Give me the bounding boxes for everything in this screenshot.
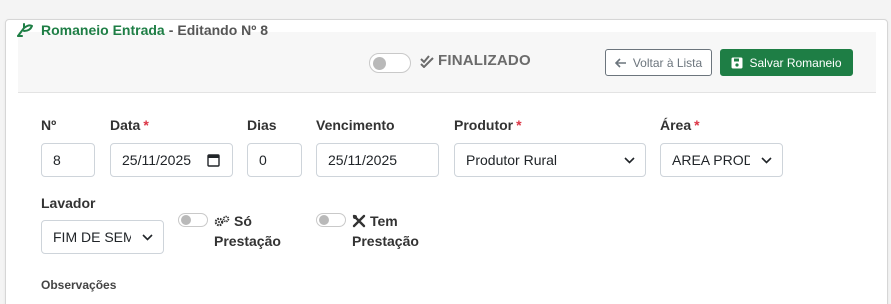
plant-icon: [17, 23, 33, 37]
chevron-down-icon: [142, 234, 153, 241]
tem-prestacao-label: Tem Prestação: [352, 213, 419, 249]
required-marker: *: [516, 117, 522, 133]
numero-input[interactable]: 8: [41, 143, 95, 177]
page-title: Romaneio Entrada - Editando Nº 8: [16, 22, 268, 38]
tem-prestacao-toggle[interactable]: [316, 213, 346, 227]
vencimento-input[interactable]: 25/11/2025: [316, 143, 439, 177]
required-marker: *: [143, 117, 149, 133]
so-prestacao-label: Só Prestação: [214, 213, 281, 249]
produtor-select[interactable]: Produtor Rural: [454, 143, 646, 177]
calendar-icon[interactable]: [207, 153, 220, 167]
gears-icon: [214, 215, 230, 227]
title-main: Romaneio Entrada: [41, 22, 165, 38]
required-marker: *: [694, 117, 700, 133]
produtor-label: Produtor *: [454, 117, 522, 133]
dias-input[interactable]: 0: [247, 143, 302, 177]
vencimento-label: Vencimento: [316, 117, 395, 133]
finalizado-label: FINALIZADO: [438, 52, 531, 69]
observacoes-label: Observações: [41, 278, 117, 292]
edit-label: Editando Nº 8: [177, 22, 269, 38]
data-label: Data *: [110, 117, 149, 133]
save-icon: [731, 57, 743, 68]
finalizado-toggle[interactable]: [369, 53, 411, 73]
finalizado-status: FINALIZADO: [420, 52, 531, 69]
back-to-list-label: Voltar à Lista: [632, 55, 703, 70]
area-label: Área *: [660, 117, 700, 133]
numero-label: Nº: [41, 117, 57, 133]
area-select[interactable]: AREA PROD: [660, 143, 783, 177]
data-input[interactable]: 25/11/2025: [110, 143, 233, 177]
back-to-list-button[interactable]: Voltar à Lista: [605, 49, 712, 76]
tools-icon: [352, 214, 366, 228]
arrow-left-icon: [614, 57, 626, 68]
lavador-select[interactable]: FIM DE SEM: [41, 220, 164, 254]
double-check-icon: [420, 54, 434, 68]
lavador-label: FIM DE SEMLavador: [41, 195, 96, 211]
chevron-down-icon: [761, 157, 772, 164]
chevron-down-icon: [624, 157, 635, 164]
save-romaneio-label: Salvar Romaneio: [749, 55, 842, 70]
so-prestacao-toggle[interactable]: [178, 213, 208, 227]
title-separator: -: [168, 22, 174, 38]
dias-label: Dias: [247, 117, 277, 133]
save-romaneio-button[interactable]: Salvar Romaneio: [720, 49, 853, 76]
